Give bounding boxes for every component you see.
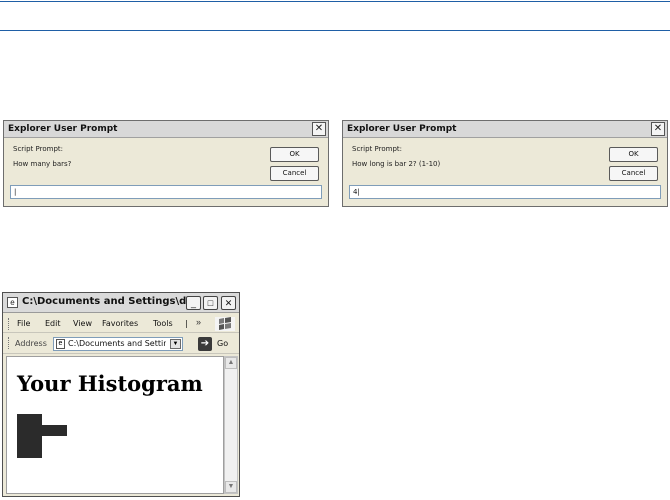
menu-tools[interactable]: Tools bbox=[153, 319, 173, 328]
menu-separator: | bbox=[185, 319, 188, 328]
dialog-title: Explorer User Prompt ✕ bbox=[343, 121, 667, 138]
script-prompt-label: Script Prompt: bbox=[13, 145, 63, 153]
dialog-title: Explorer User Prompt ✕ bbox=[4, 121, 328, 138]
prompt-dialog-bars: Explorer User Prompt ✕ Script Prompt: Ho… bbox=[3, 120, 329, 207]
chevron-down-icon[interactable]: ▼ bbox=[170, 339, 181, 349]
scroll-up-icon[interactable]: ▲ bbox=[225, 357, 237, 369]
dialog-title-text: Explorer User Prompt bbox=[347, 124, 457, 134]
cancel-button[interactable]: Cancel bbox=[609, 166, 658, 181]
histogram-bar bbox=[17, 436, 42, 447]
histogram-bar bbox=[17, 425, 67, 436]
histogram-bar bbox=[17, 447, 42, 458]
ie-page-icon: e bbox=[7, 297, 18, 308]
close-icon[interactable]: ✕ bbox=[651, 122, 665, 136]
close-button[interactable]: ✕ bbox=[221, 296, 236, 310]
address-label: Address bbox=[15, 339, 47, 348]
close-icon[interactable]: ✕ bbox=[312, 122, 326, 136]
address-bar: Address e C:\Documents and Settings\ ▼ ➔… bbox=[3, 334, 239, 354]
page-heading: Your Histogram bbox=[17, 371, 203, 396]
menu-view[interactable]: View bbox=[73, 319, 92, 328]
cancel-button[interactable]: Cancel bbox=[270, 166, 319, 181]
windows-logo-icon bbox=[215, 317, 235, 331]
maximize-button[interactable]: □ bbox=[203, 296, 218, 310]
page-icon: e bbox=[56, 339, 65, 349]
toolbar-grip[interactable] bbox=[8, 337, 10, 349]
vertical-scrollbar[interactable]: ▲ ▼ bbox=[224, 356, 238, 494]
header-rule bbox=[0, 30, 670, 31]
script-prompt-label: Script Prompt: bbox=[352, 145, 402, 153]
menu-bar: File Edit View Favorites Tools | » bbox=[3, 315, 239, 333]
go-arrow-icon[interactable]: ➔ bbox=[198, 337, 212, 351]
browser-window: e C:\Documents and Settings\d... _ □ ✕ F… bbox=[2, 292, 240, 497]
prompt-input[interactable]: 4| bbox=[349, 185, 661, 199]
prompt-question: How long is bar 2? (1-10) bbox=[352, 160, 441, 168]
address-input[interactable]: e C:\Documents and Settings\ ▼ bbox=[53, 337, 183, 351]
menu-favorites[interactable]: Favorites bbox=[102, 319, 138, 328]
browser-title-bar[interactable]: e C:\Documents and Settings\d... _ □ ✕ bbox=[3, 293, 239, 313]
chevron-more-icon[interactable]: » bbox=[196, 317, 201, 327]
toolbar-grip[interactable] bbox=[8, 318, 10, 330]
prompt-input[interactable]: | bbox=[10, 185, 322, 199]
prompt-dialog-bar-length: Explorer User Prompt ✕ Script Prompt: Ho… bbox=[342, 120, 668, 207]
ok-button[interactable]: OK bbox=[270, 147, 319, 162]
histogram-bar bbox=[17, 414, 42, 425]
prompt-question: How many bars? bbox=[13, 160, 72, 168]
dialog-title-text: Explorer User Prompt bbox=[8, 124, 118, 134]
browser-title: C:\Documents and Settings\d... bbox=[22, 296, 198, 307]
top-rule bbox=[0, 1, 670, 2]
scroll-down-icon[interactable]: ▼ bbox=[225, 481, 237, 493]
minimize-button[interactable]: _ bbox=[186, 296, 201, 310]
menu-edit[interactable]: Edit bbox=[45, 319, 61, 328]
ok-button[interactable]: OK bbox=[609, 147, 658, 162]
address-text: C:\Documents and Settings\ bbox=[68, 339, 166, 348]
go-button[interactable]: Go bbox=[217, 339, 228, 348]
page-content: Your Histogram bbox=[6, 356, 224, 494]
menu-file[interactable]: File bbox=[17, 319, 30, 328]
